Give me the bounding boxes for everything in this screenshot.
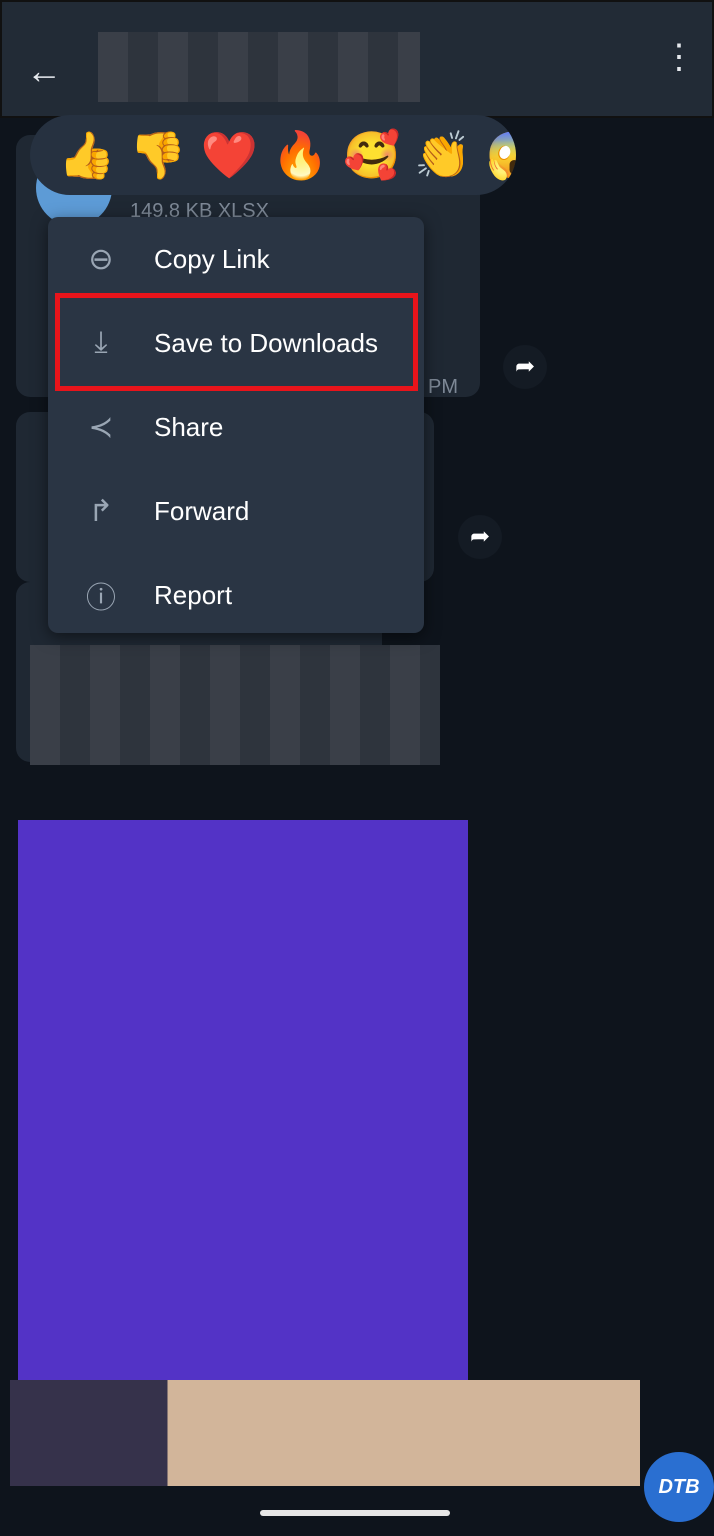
blurred-input-area: [10, 1380, 640, 1486]
context-menu: ⊖ Copy Link ⤓ Save to Downloads ≺ Share …: [48, 217, 424, 633]
reaction-thumbs-down[interactable]: 👎: [129, 132, 186, 178]
menu-item-report[interactable]: ⓘ Report: [48, 553, 424, 637]
reaction-scream[interactable]: 😱: [486, 132, 516, 178]
forward-message-button[interactable]: ➦: [458, 515, 502, 559]
chat-header: ← ⋮: [0, 0, 714, 118]
reaction-bar: 👍 👎 ❤️ 🔥 🥰 👏 😱: [30, 115, 516, 195]
blurred-message: [30, 645, 440, 765]
menu-item-share[interactable]: ≺ Share: [48, 385, 424, 469]
reaction-smiling-hearts[interactable]: 🥰: [343, 132, 400, 178]
watermark-logo: DTB: [644, 1452, 714, 1522]
forward-message-button[interactable]: ➦: [503, 345, 547, 389]
reaction-heart[interactable]: ❤️: [201, 132, 258, 178]
highlight-box: [55, 293, 418, 391]
forward-icon: ↱: [88, 494, 114, 528]
more-vertical-icon[interactable]: ⋮: [662, 40, 696, 74]
alert-circle-icon: ⓘ: [86, 582, 116, 615]
message-time: PM: [428, 376, 458, 398]
reaction-clap[interactable]: 👏: [414, 132, 471, 178]
home-indicator[interactable]: [260, 1510, 450, 1516]
blurred-chat-title: [98, 32, 420, 102]
menu-item-forward[interactable]: ↱ Forward: [48, 469, 424, 553]
blurred-image-message[interactable]: [18, 820, 468, 1380]
link-icon: ⊖: [88, 242, 114, 276]
back-arrow-icon[interactable]: ←: [26, 50, 62, 92]
share-icon: ≺: [88, 410, 114, 444]
reaction-thumbs-up[interactable]: 👍: [58, 132, 115, 178]
menu-item-copy-link[interactable]: ⊖ Copy Link: [48, 217, 424, 301]
reaction-fire[interactable]: 🔥: [272, 132, 329, 178]
